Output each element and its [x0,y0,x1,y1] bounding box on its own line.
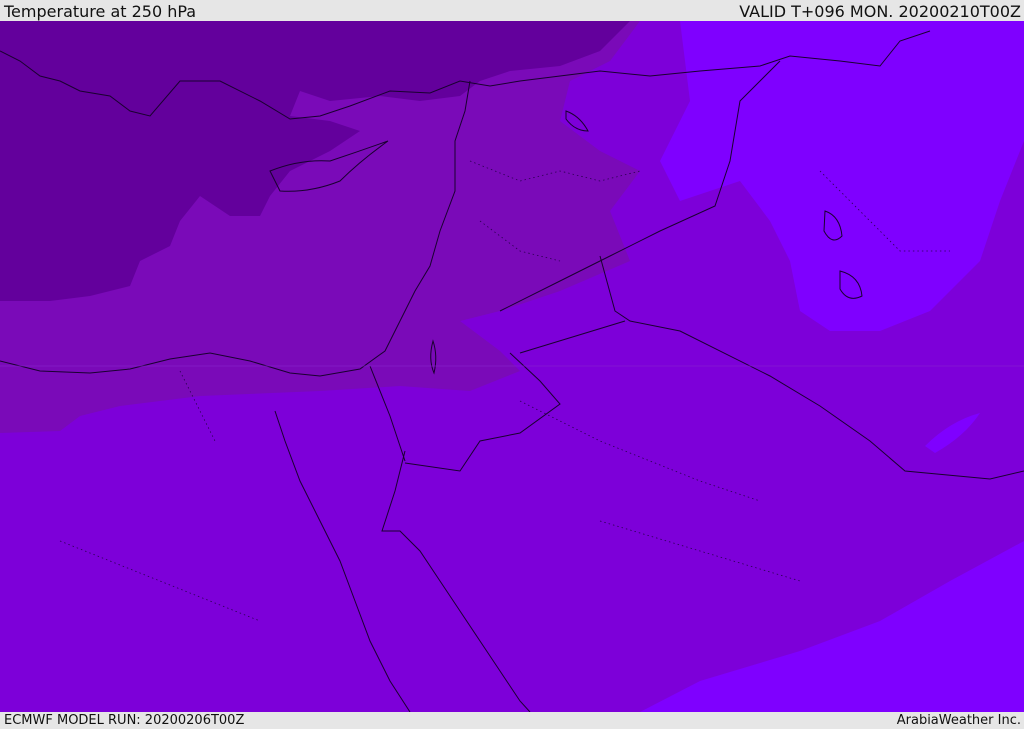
header-bar: Temperature at 250 hPa VALID T+096 MON. … [0,0,1024,22]
credit-label: ArabiaWeather Inc. [896,713,1021,728]
footer-bar: ECMWF MODEL RUN: 20200206T00Z ArabiaWeat… [0,712,1024,729]
temperature-map[interactable] [0,21,1024,712]
model-run-label: ECMWF MODEL RUN: 20200206T00Z [4,713,245,728]
map-canvas [0,21,1024,712]
